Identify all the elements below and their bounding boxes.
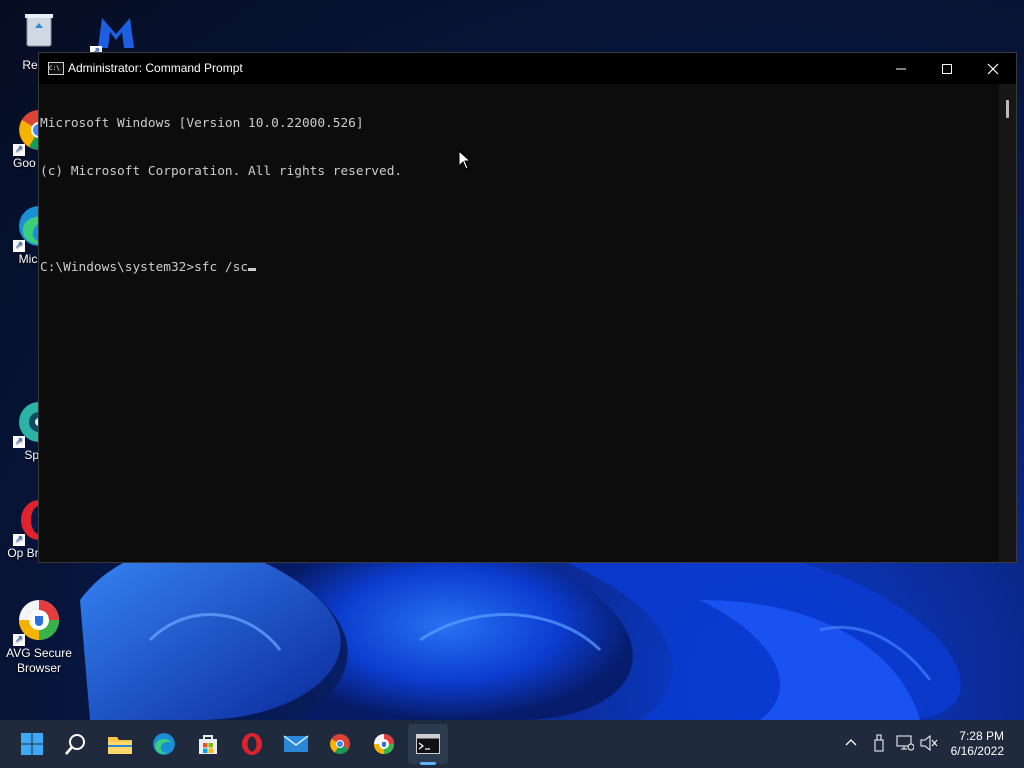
taskbar-chrome[interactable]: [324, 728, 356, 760]
taskbar-avg-browser[interactable]: [368, 728, 400, 760]
start-button[interactable]: [16, 728, 48, 760]
taskbar-mail[interactable]: [280, 728, 312, 760]
maximize-button[interactable]: [924, 53, 970, 84]
avg-browser-icon: [374, 734, 394, 754]
console-command: C:\Windows\system32>sfc /sc: [40, 260, 249, 275]
close-icon: [987, 63, 999, 75]
clock-date: 6/16/2022: [950, 744, 1004, 758]
desktop-icon-malwarebytes[interactable]: ↗: [76, 8, 156, 58]
show-hidden-icons-button[interactable]: [842, 735, 860, 753]
command-prompt-icon: C:\: [48, 62, 64, 75]
window-title: Administrator: Command Prompt: [68, 61, 243, 75]
taskbar-microsoft-store[interactable]: [192, 728, 224, 760]
usb-device-icon: [874, 734, 884, 752]
scrollbar-thumb[interactable]: [1006, 100, 1009, 118]
shortcut-arrow-icon: ↗: [13, 240, 25, 252]
clock-time: 7:28 PM: [959, 729, 1004, 743]
shortcut-arrow-icon: ↗: [13, 634, 25, 646]
taskbar-command-prompt[interactable]: [408, 724, 448, 765]
minimize-button[interactable]: [878, 53, 924, 84]
desktop-icon-avg-secure-browser[interactable]: ↗ AVG Secure Browser: [0, 596, 78, 676]
console-prompt-line[interactable]: C:\Windows\system32>sfc /sc: [40, 260, 1001, 276]
search-icon: [65, 734, 85, 755]
shortcut-arrow-icon: ↗: [13, 144, 25, 156]
windows-start-icon: [21, 733, 43, 755]
malwarebytes-icon: ↗: [90, 8, 140, 58]
desktop-icon-label: AVG Secure Browser: [6, 646, 72, 675]
taskbar-clock[interactable]: 7:28 PM 6/16/2022: [951, 729, 1004, 759]
edge-icon: [153, 733, 175, 755]
taskbar-opera[interactable]: [236, 728, 268, 760]
tray-network-button[interactable]: [896, 735, 915, 754]
close-button[interactable]: [970, 53, 1016, 84]
taskbar: 7:28 PM 6/16/2022: [0, 720, 1024, 768]
store-icon: [199, 735, 217, 754]
window-titlebar[interactable]: C:\ Administrator: Command Prompt: [39, 53, 1016, 84]
chrome-icon: [330, 734, 350, 754]
maximize-icon: [942, 64, 952, 75]
recycle-bin-icon: [15, 8, 63, 56]
chevron-up-icon: [845, 739, 857, 746]
opera-icon: [242, 733, 262, 755]
volume-muted-icon: [920, 734, 938, 752]
folder-icon: [108, 737, 132, 754]
shortcut-arrow-icon: ↗: [13, 436, 25, 448]
taskbar-file-explorer[interactable]: [104, 728, 136, 760]
tray-device-button[interactable]: [872, 734, 886, 755]
shortcut-arrow-icon: ↗: [13, 534, 25, 546]
mail-icon: [283, 735, 309, 752]
taskbar-search-button[interactable]: [60, 728, 92, 760]
command-prompt-icon: [416, 734, 440, 754]
tray-volume-button[interactable]: [920, 734, 938, 754]
console-line: (c) Microsoft Corporation. All rights re…: [40, 164, 403, 179]
minimize-icon: [896, 68, 906, 70]
active-app-indicator: [420, 762, 436, 765]
mouse-pointer-icon: [458, 150, 472, 170]
avg-browser-icon: ↗: [13, 596, 63, 646]
console-output[interactable]: Microsoft Windows [Version 10.0.22000.52…: [39, 84, 1001, 562]
network-icon: [896, 735, 915, 751]
vertical-scrollbar[interactable]: [999, 84, 1016, 562]
taskbar-edge[interactable]: [148, 728, 180, 760]
console-line: Microsoft Windows [Version 10.0.22000.52…: [40, 116, 364, 131]
command-prompt-window[interactable]: C:\ Administrator: Command Prompt Micros…: [38, 52, 1017, 563]
text-cursor: [248, 268, 257, 271]
